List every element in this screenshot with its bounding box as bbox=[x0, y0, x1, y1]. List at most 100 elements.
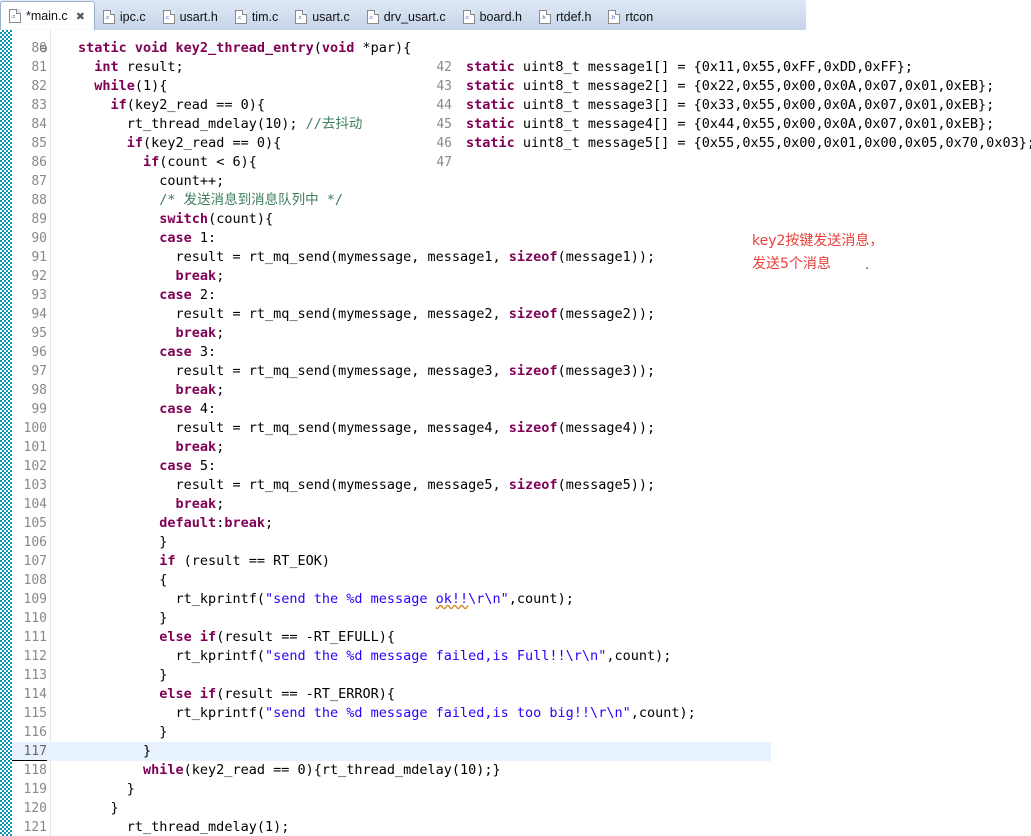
code-line[interactable]: 88 /* 发送消息到消息队列中 */ bbox=[0, 191, 1031, 210]
editor-tab-rtcon[interactable]: .h rtcon bbox=[600, 3, 662, 30]
code-line[interactable]: 45 static uint8_t message4[] = {0x44,0x55… bbox=[0, 115, 1031, 134]
code-token: "send the %d message bbox=[264, 591, 436, 607]
line-number: 45 bbox=[436, 117, 452, 132]
code-line[interactable]: 99 case 4: bbox=[0, 400, 1031, 419]
code-token: sizeof bbox=[508, 363, 558, 379]
code-token: (result == RT_EOK) bbox=[175, 553, 330, 569]
tab-label: drv_usart.c bbox=[383, 9, 446, 24]
code-line[interactable]: 112 rt_kprintf("send the %d message fail… bbox=[0, 647, 1031, 666]
code-line[interactable]: 105 default:break; bbox=[0, 514, 1031, 533]
code-line[interactable]: 47 bbox=[0, 153, 1031, 172]
code-line[interactable]: 120 } bbox=[0, 799, 1031, 818]
line-number: 111 bbox=[23, 630, 47, 645]
editor-tab-rtdefh[interactable]: .h rtdef.h bbox=[531, 3, 600, 30]
tab-label: usart.h bbox=[179, 9, 218, 24]
code-line[interactable]: 108 { bbox=[0, 571, 1031, 590]
code-text: rt_kprintf("send the %d message failed,i… bbox=[78, 647, 672, 666]
code-line[interactable]: 42 static uint8_t message1[] = {0x11,0x55… bbox=[0, 58, 1031, 77]
code-line[interactable]: 93 case 2: bbox=[0, 286, 1031, 305]
line-number: 104 bbox=[23, 497, 47, 512]
line-number: 98 bbox=[31, 383, 47, 398]
code-token: result = rt_mq_send(mymessage, message3, bbox=[175, 363, 509, 379]
code-line[interactable]: 115 rt_kprintf("send the %d message fail… bbox=[0, 704, 1031, 723]
editor-tab-ipcc[interactable]: .c ipc.c bbox=[95, 3, 155, 30]
code-line[interactable]: 102 case 5: bbox=[0, 457, 1031, 476]
code-line[interactable]: 109 rt_kprintf("send the %d message ok!!… bbox=[0, 590, 1031, 609]
code-line[interactable]: 117 } bbox=[0, 742, 1031, 761]
tab-label: ipc.c bbox=[119, 9, 146, 24]
code-line[interactable]: 89 switch(count){ bbox=[0, 210, 1031, 229]
close-icon[interactable]: ✖ bbox=[76, 10, 85, 23]
code-token: while bbox=[143, 762, 184, 778]
code-text: break; bbox=[78, 267, 225, 286]
code-line[interactable]: 100 result = rt_mq_send(mymessage, messa… bbox=[0, 419, 1031, 438]
code-line[interactable]: 113 } bbox=[0, 666, 1031, 685]
line-number: 89 bbox=[31, 212, 47, 227]
code-line[interactable]: 43 static uint8_t message2[] = {0x22,0x55… bbox=[0, 77, 1031, 96]
code-line[interactable]: 118 while(key2_read == 0){rt_thread_mdel… bbox=[0, 761, 1031, 780]
code-line[interactable]: 87 count++; bbox=[0, 172, 1031, 191]
code-line[interactable]: 116 } bbox=[0, 723, 1031, 742]
code-token: (message2)); bbox=[557, 306, 656, 322]
code-text: result = rt_mq_send(mymessage, message2,… bbox=[78, 305, 656, 324]
code-token: \r\n" bbox=[468, 591, 509, 607]
code-token: static bbox=[466, 135, 515, 151]
h-file-icon: .h bbox=[538, 9, 551, 24]
line-number: 99 bbox=[31, 402, 47, 417]
code-line[interactable]: 104 break; bbox=[0, 495, 1031, 514]
code-line[interactable]: 106 } bbox=[0, 533, 1031, 552]
editor-tab-drvusartc[interactable]: .c drv_usart.c bbox=[359, 3, 455, 30]
line-number: 102 bbox=[23, 459, 47, 474]
line-number: 112 bbox=[23, 649, 47, 664]
editor-tab-usarth[interactable]: .c usart.h bbox=[155, 3, 227, 30]
editor-tab-usartc[interactable]: .c usart.c bbox=[287, 3, 359, 30]
code-line[interactable]: 119 } bbox=[0, 780, 1031, 799]
editor-tab-timc[interactable]: .c tim.c bbox=[227, 3, 287, 30]
editor-tab-mainc[interactable]: .c *main.c ✖ bbox=[0, 1, 95, 30]
code-line[interactable]: 103 result = rt_mq_send(mymessage, messa… bbox=[0, 476, 1031, 495]
tab-label: usart.c bbox=[312, 9, 350, 24]
red-annotation-text: key2按键发送消息， 发送5个消息 bbox=[752, 230, 883, 276]
code-editor[interactable]: 80 ⊖ static void key2_thread_entry(void *p… bbox=[0, 30, 1031, 836]
code-line[interactable]: 80 ⊖ static void key2_thread_entry(void *p… bbox=[0, 39, 1031, 58]
code-line[interactable]: 97 result = rt_mq_send(mymessage, messag… bbox=[0, 362, 1031, 381]
code-line[interactable]: 101 break; bbox=[0, 438, 1031, 457]
code-line[interactable]: 107 if (result == RT_EOK) bbox=[0, 552, 1031, 571]
tab-label: tim.c bbox=[251, 9, 279, 24]
line-number: 94 bbox=[31, 307, 47, 322]
code-text: break; bbox=[78, 381, 225, 400]
code-line[interactable]: 94 result = rt_mq_send(mymessage, messag… bbox=[0, 305, 1031, 324]
editor-tab-boardh[interactable]: .c board.h bbox=[455, 3, 531, 30]
code-line[interactable]: 46 static uint8_t message5[] = {0x55,0x55… bbox=[0, 134, 1031, 153]
fold-collapse-icon[interactable]: ⊖ bbox=[37, 39, 50, 58]
line-number: 101 bbox=[23, 440, 47, 455]
code-token: case bbox=[159, 344, 192, 360]
code-token: } bbox=[159, 724, 168, 740]
code-line[interactable]: 114 else if(result == -RT_ERROR){ bbox=[0, 685, 1031, 704]
code-token: rt_thread_mdelay(1); bbox=[126, 819, 290, 835]
code-token: *par){ bbox=[354, 40, 412, 56]
code-line[interactable]: 96 case 3: bbox=[0, 343, 1031, 362]
code-line[interactable]: 121 rt_thread_mdelay(1); bbox=[0, 818, 1031, 836]
code-line[interactable]: 111 else if(result == -RT_EFULL){ bbox=[0, 628, 1031, 647]
code-line[interactable]: 98 break; bbox=[0, 381, 1031, 400]
code-line[interactable]: 44 static uint8_t message3[] = {0x33,0x55… bbox=[0, 96, 1031, 115]
code-token: ; bbox=[264, 515, 274, 531]
code-token: sizeof bbox=[508, 306, 558, 322]
code-token: (message4)); bbox=[557, 420, 656, 436]
line-number: 109 bbox=[23, 592, 47, 607]
code-token: (message5)); bbox=[557, 477, 656, 493]
code-line[interactable]: 95 break; bbox=[0, 324, 1031, 343]
code-line[interactable]: 110 } bbox=[0, 609, 1031, 628]
line-number: 42 bbox=[436, 60, 452, 75]
